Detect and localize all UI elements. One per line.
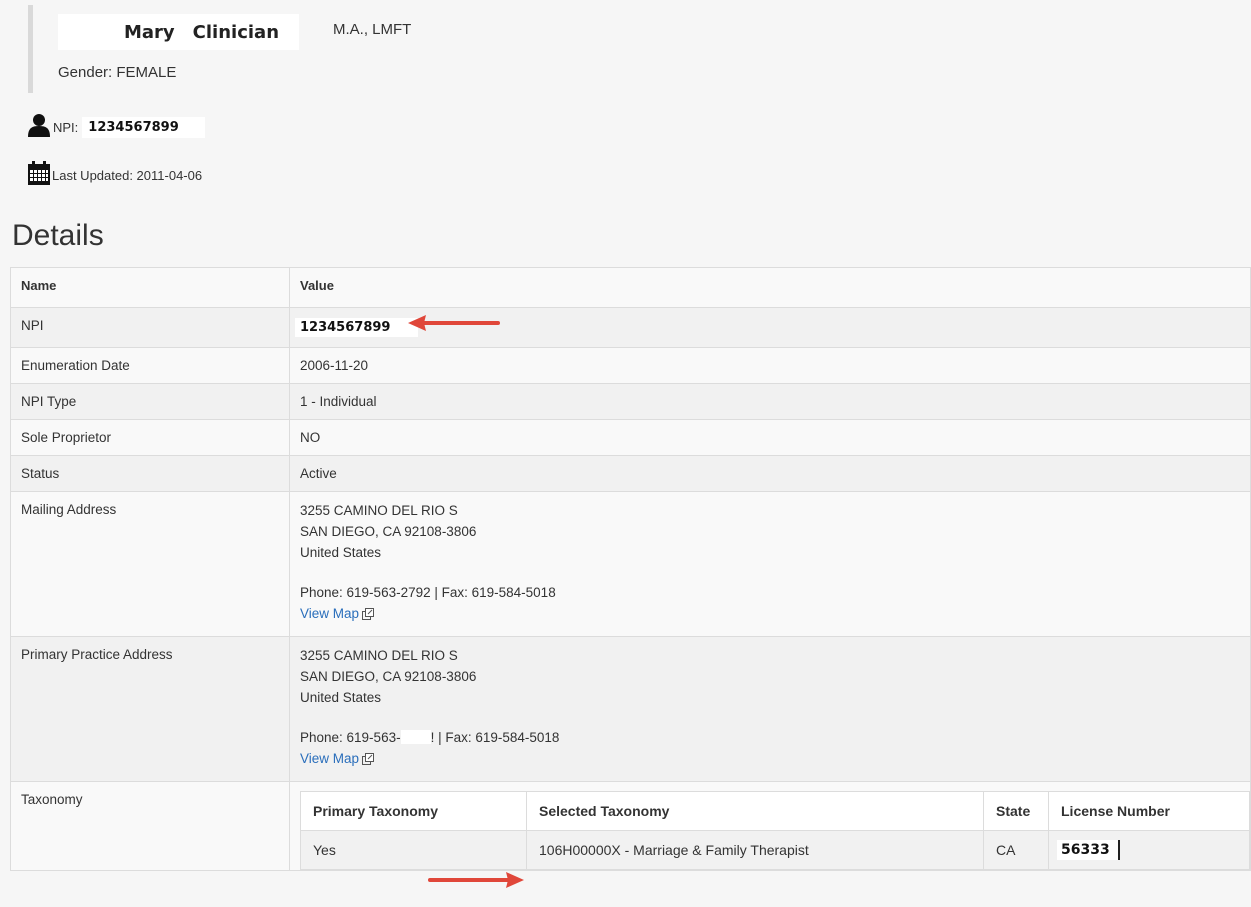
- row-label: Primary Practice Address: [10, 636, 290, 782]
- provider-name: Mary Clinician: [58, 14, 300, 50]
- row-value: 1 - Individual: [289, 383, 1251, 420]
- primary-taxonomy-value: Yes: [300, 830, 527, 870]
- taxonomy-row: Yes 106H00000X - Marriage & Family Thera…: [300, 830, 1250, 870]
- table-row: Primary Practice Address 3255 CAMINO DEL…: [10, 636, 1251, 782]
- table-row: Mailing Address 3255 CAMINO DEL RIO S SA…: [10, 491, 1251, 637]
- row-value: 2006-11-20: [289, 347, 1251, 384]
- provider-gender: Gender: FEMALE: [58, 64, 177, 81]
- row-value: NO: [289, 419, 1251, 456]
- provider-first-name: Mary: [124, 21, 175, 43]
- column-header-value: Value: [289, 267, 1251, 308]
- red-arrow-icon: [408, 315, 500, 331]
- red-arrow-icon: [428, 872, 524, 888]
- row-label: Mailing Address: [10, 491, 290, 637]
- column-header-selected-taxonomy: Selected Taxonomy: [526, 791, 984, 831]
- row-label: Status: [10, 455, 290, 492]
- provider-last-name: Clinician: [192, 21, 280, 43]
- row-label: Taxonomy: [10, 781, 290, 871]
- taxonomy-table: Primary Taxonomy Selected Taxonomy State…: [300, 791, 1250, 870]
- row-label: NPI Type: [10, 383, 290, 420]
- selected-taxonomy-value: 106H00000X - Marriage & Family Therapist: [526, 830, 984, 870]
- practice-address: 3255 CAMINO DEL RIO S SAN DIEGO, CA 9210…: [289, 636, 1251, 782]
- address-line: United States: [300, 545, 382, 560]
- row-label: Sole Proprietor: [10, 419, 290, 456]
- redaction-box: [58, 14, 118, 50]
- mailing-address: 3255 CAMINO DEL RIO S SAN DIEGO, CA 9210…: [289, 491, 1251, 637]
- column-header-license-number: License Number: [1048, 791, 1250, 831]
- license-number-value: 56333: [1057, 840, 1120, 860]
- row-value: Active: [289, 455, 1251, 492]
- address-line: SAN DIEGO, CA 92108-3806: [300, 669, 477, 684]
- table-row: NPI Type 1 - Individual: [10, 383, 1251, 420]
- row-label: NPI: [10, 307, 290, 348]
- details-table: Name Value NPI 1234567899 Enumeration Da…: [10, 267, 1251, 871]
- address-line: 3255 CAMINO DEL RIO S: [300, 503, 458, 518]
- provider-header: Mary Clinician Gender: FEMALE: [28, 5, 333, 93]
- npi-value: 1234567899: [295, 318, 419, 337]
- table-row: Status Active: [10, 455, 1251, 492]
- phone-prefix: Phone: 619-563-: [300, 730, 401, 745]
- address-line: SAN DIEGO, CA 92108-3806: [300, 524, 477, 539]
- taxonomy-cell: Primary Taxonomy Selected Taxonomy State…: [289, 781, 1251, 871]
- view-map-link-wrap: View Map: [300, 603, 1240, 626]
- view-map-link[interactable]: View Map: [300, 606, 359, 621]
- table-row: Taxonomy Primary Taxonomy Selected Taxon…: [10, 781, 1251, 871]
- external-link-icon: [362, 750, 375, 771]
- view-map-link[interactable]: View Map: [300, 751, 359, 766]
- address-line: United States: [300, 690, 382, 705]
- last-updated-text: Last Updated: 2011-04-06: [52, 168, 203, 183]
- npi-summary: NPI: 1234567899: [28, 113, 205, 142]
- npi-label: NPI:: [53, 120, 79, 135]
- redaction-box: [400, 730, 431, 744]
- column-header-primary-taxonomy: Primary Taxonomy: [300, 791, 527, 831]
- row-label: Enumeration Date: [10, 347, 290, 384]
- table-row: Enumeration Date 2006-11-20: [10, 347, 1251, 384]
- table-row: Sole Proprietor NO: [10, 419, 1251, 456]
- provider-credentials: M.A., LMFT: [333, 21, 412, 38]
- calendar-icon: [28, 161, 50, 190]
- table-row: NPI 1234567899: [10, 307, 1251, 348]
- person-icon: [28, 113, 50, 142]
- details-heading: Details: [12, 219, 104, 252]
- view-map-link-wrap: View Map: [300, 748, 1240, 771]
- license-number-cell: 56333: [1048, 830, 1250, 870]
- taxonomy-header-row: Primary Taxonomy Selected Taxonomy State…: [300, 791, 1250, 831]
- phone-fax: Phone: 619-563- ! | Fax: 619-584-5018: [300, 727, 1240, 748]
- phone-suffix: ! | Fax: 619-584-5018: [430, 730, 560, 745]
- phone-fax: Phone: 619-563-2792 | Fax: 619-584-5018: [300, 585, 556, 600]
- table-header-row: Name Value: [10, 267, 1251, 308]
- external-link-icon: [362, 605, 375, 626]
- column-header-state: State: [983, 791, 1049, 831]
- last-updated: Last Updated: 2011-04-06: [28, 161, 202, 190]
- npi-number: 1234567899: [82, 117, 205, 138]
- address-line: 3255 CAMINO DEL RIO S: [300, 648, 458, 663]
- redaction-box: [279, 14, 300, 50]
- state-value: CA: [983, 830, 1049, 870]
- column-header-name: Name: [10, 267, 290, 308]
